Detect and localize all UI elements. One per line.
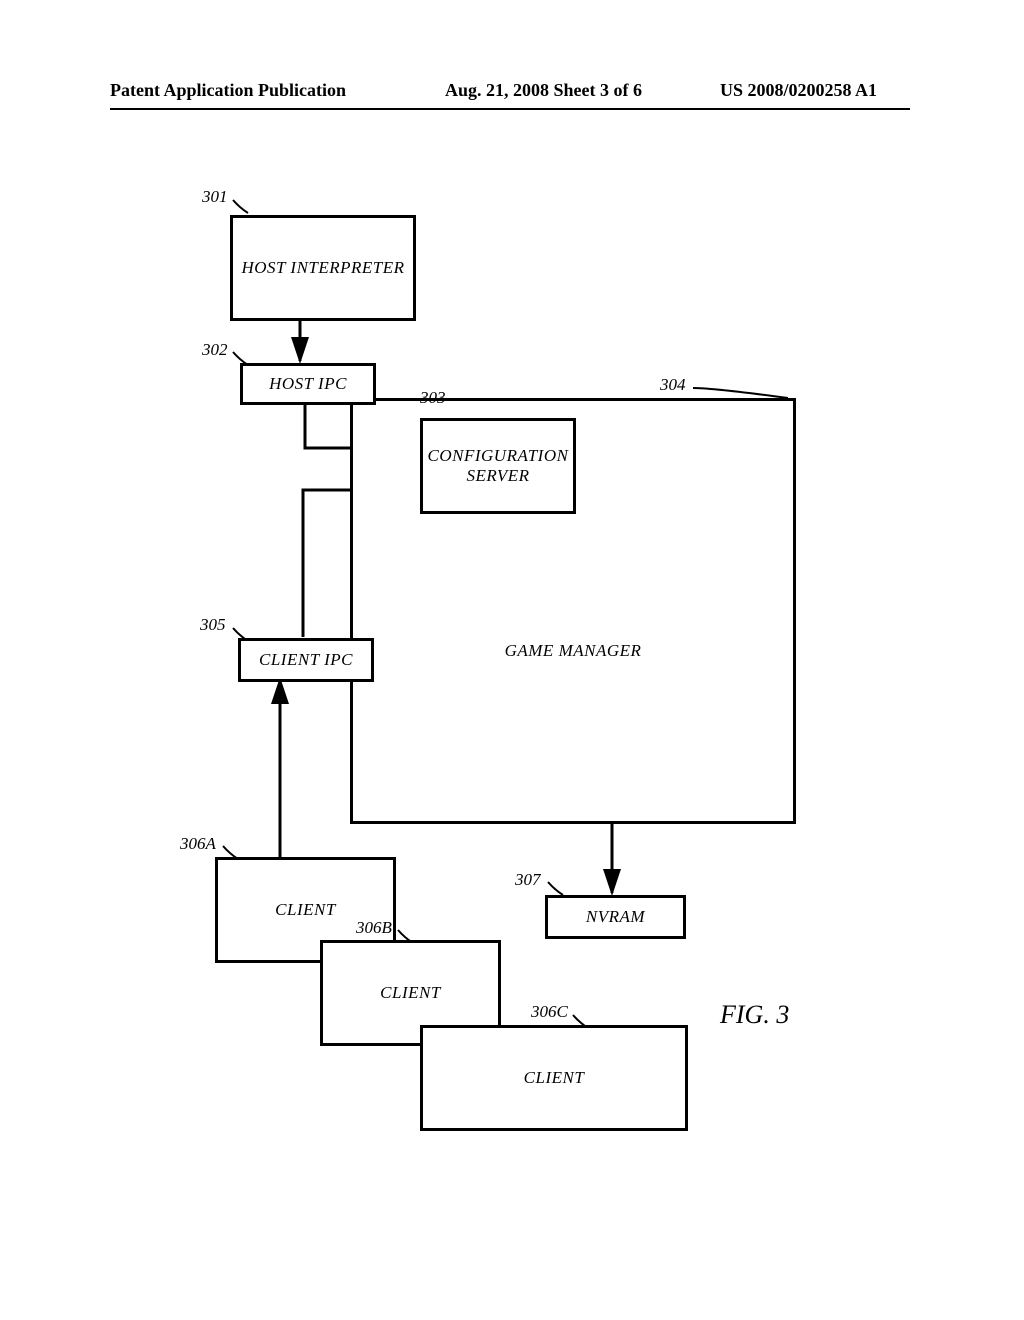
client-ipc-text: CLIENT IPC bbox=[259, 650, 353, 670]
label-304: 304 bbox=[660, 375, 686, 395]
diagram: GAME MANAGER CONFIGURATION SERVER HOST I… bbox=[0, 0, 1024, 1320]
label-306a: 306A bbox=[180, 834, 216, 854]
client-c-box: CLIENT bbox=[420, 1025, 688, 1131]
client-c-text: CLIENT bbox=[524, 1068, 585, 1088]
label-302: 302 bbox=[202, 340, 228, 360]
patent-page: Patent Application Publication Aug. 21, … bbox=[0, 0, 1024, 1320]
nvram-text: NVRAM bbox=[586, 907, 645, 927]
host-interpreter-box: HOST INTERPRETER bbox=[230, 215, 416, 321]
config-server-text: CONFIGURATION SERVER bbox=[428, 446, 569, 486]
host-ipc-text: HOST IPC bbox=[269, 374, 347, 394]
client-ipc-box: CLIENT IPC bbox=[238, 638, 374, 682]
client-a-text: CLIENT bbox=[275, 900, 336, 920]
label-307: 307 bbox=[515, 870, 541, 890]
config-server-box: CONFIGURATION SERVER bbox=[420, 418, 576, 514]
host-interpreter-text: HOST INTERPRETER bbox=[241, 258, 404, 278]
label-306b: 306B bbox=[356, 918, 392, 938]
nvram-box: NVRAM bbox=[545, 895, 686, 939]
client-b-text: CLIENT bbox=[380, 983, 441, 1003]
game-manager-text: GAME MANAGER bbox=[505, 641, 642, 661]
host-ipc-box: HOST IPC bbox=[240, 363, 376, 405]
label-305: 305 bbox=[200, 615, 226, 635]
label-303: 303 bbox=[420, 388, 446, 408]
label-306c: 306C bbox=[531, 1002, 568, 1022]
figure-label: FIG. 3 bbox=[720, 1000, 789, 1030]
label-301: 301 bbox=[202, 187, 228, 207]
